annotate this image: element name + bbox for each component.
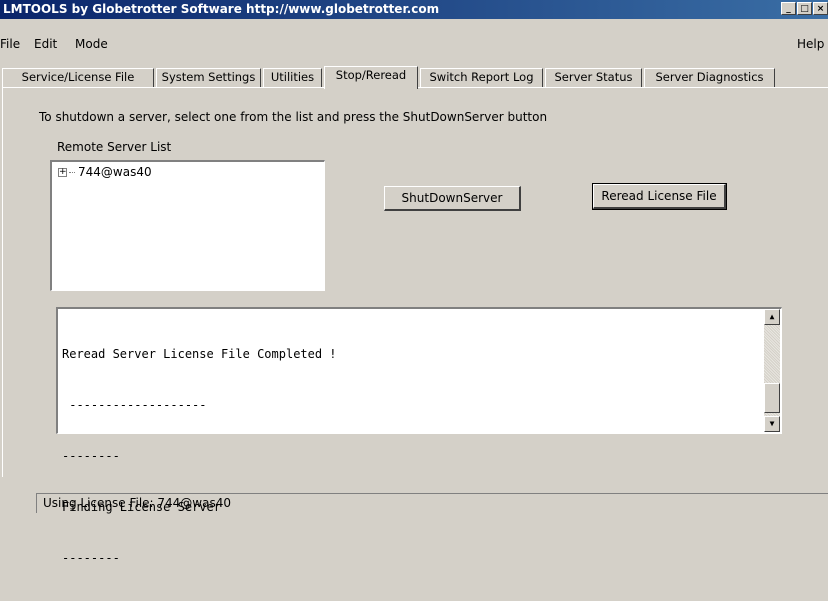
instruction-text: To shutdown a server, select one from th… (39, 110, 548, 124)
tab-utilities[interactable]: Utilities (263, 68, 322, 87)
status-bar: Using License File: 744@was40 (36, 493, 828, 513)
tab-stop-reread[interactable]: Stop/Reread (324, 66, 418, 89)
window-title: LMTOOLS by Globetrotter Software http://… (3, 2, 440, 16)
reread-license-file-button[interactable]: Reread License File (592, 183, 727, 210)
tab-switch-report-log[interactable]: Switch Report Log (420, 68, 543, 87)
menu-help[interactable]: Help (797, 37, 824, 51)
expand-icon[interactable]: + (58, 167, 67, 177)
tree-connector (69, 171, 75, 173)
server-tree-item[interactable]: + 744@was40 (58, 165, 152, 179)
vertical-scrollbar[interactable]: ▲ ▼ (764, 309, 780, 432)
remote-server-list-label: Remote Server List (57, 140, 172, 154)
menu-mode[interactable]: Mode (75, 37, 108, 51)
output-log[interactable]: Reread Server License File Completed ! -… (56, 307, 782, 565)
scroll-thumb[interactable] (764, 383, 780, 413)
output-line: -------- (62, 551, 120, 565)
close-button[interactable]: × (813, 2, 828, 15)
window-controls: _ □ × (780, 2, 828, 15)
menu-edit[interactable]: Edit (34, 37, 57, 51)
tab-strip: Service/License File System Settings Uti… (0, 66, 828, 89)
tab-server-status[interactable]: Server Status (545, 68, 642, 87)
minimize-button[interactable]: _ (781, 2, 796, 15)
scroll-down-icon[interactable]: ▼ (764, 416, 780, 432)
output-lines: Reread Server License File Completed ! -… (62, 312, 337, 601)
title-bar: LMTOOLS by Globetrotter Software http://… (0, 0, 828, 19)
shutdown-server-button[interactable]: ShutDownServer (384, 186, 521, 211)
tab-server-diagnostics[interactable]: Server Diagnostics (644, 68, 775, 87)
scroll-up-icon[interactable]: ▲ (764, 309, 780, 325)
server-name: 744@was40 (78, 165, 152, 179)
output-line: ------------------- (62, 398, 207, 412)
menu-bar: File Edit Mode Help (0, 37, 828, 55)
menu-file[interactable]: File (0, 37, 20, 51)
tab-system-settings[interactable]: System Settings (156, 68, 261, 87)
maximize-button[interactable]: □ (797, 2, 812, 15)
remote-server-list[interactable]: + 744@was40 (50, 160, 325, 291)
output-line: Reread Server License File Completed ! (62, 347, 337, 361)
output-line: -------- (62, 449, 120, 463)
tab-service-license-file[interactable]: Service/License File (2, 68, 154, 87)
